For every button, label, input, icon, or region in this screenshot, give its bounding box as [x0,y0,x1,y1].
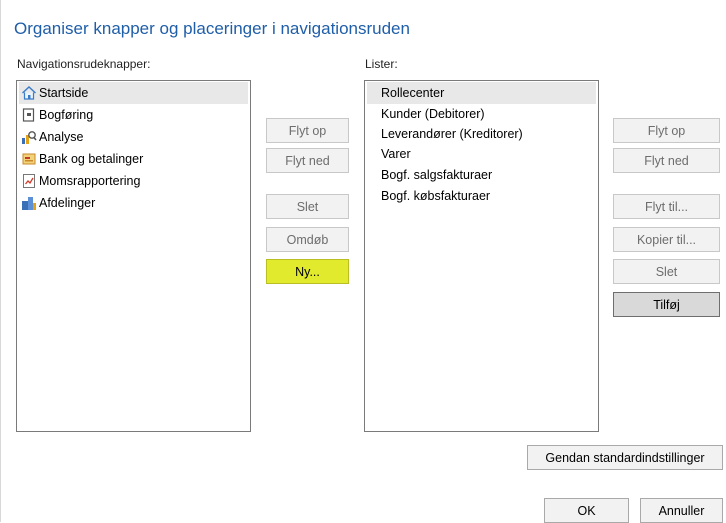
list-item-label: Bogf. salgsfakturaer [381,168,493,182]
list-item-bogforing[interactable]: Bogføring [19,104,248,126]
lists-label: Lister: [365,57,398,71]
list-item-afdelinger[interactable]: Afdelinger [19,192,248,214]
right-move-down-button[interactable]: Flyt ned [613,148,720,173]
left-move-up-button[interactable]: Flyt op [266,118,349,143]
bank-icon [21,151,37,167]
list-item-kunder[interactable]: Kunder (Debitorer) [367,104,596,124]
list-item-startside[interactable]: Startside [19,82,248,104]
move-to-button[interactable]: Flyt til... [613,194,720,219]
right-move-up-button[interactable]: Flyt op [613,118,720,143]
list-item-momsrapportering[interactable]: Momsrapportering [19,170,248,192]
departments-icon [21,195,37,211]
left-rename-button[interactable]: Omdøb [266,227,349,252]
cancel-button[interactable]: Annuller [640,498,723,523]
copy-to-button[interactable]: Kopier til... [613,227,720,252]
report-icon [21,173,37,189]
analysis-icon [21,129,37,145]
ok-button[interactable]: OK [544,498,629,523]
list-item-label: Leverandører (Kreditorer) [381,127,523,141]
list-item-bank[interactable]: Bank og betalinger [19,148,248,170]
home-icon [21,85,37,101]
left-delete-button[interactable]: Slet [266,194,349,219]
add-button[interactable]: Tilføj [613,292,720,317]
organize-navigation-dialog: Organiser knapper og placeringer i navig… [0,0,726,523]
list-item-label: Bogf. købsfakturaer [381,189,491,203]
navigation-buttons-label: Navigationsrudeknapper: [17,57,151,71]
list-item-label: Momsrapportering [39,174,141,188]
right-delete-button[interactable]: Slet [613,259,720,284]
list-item-leverandorer[interactable]: Leverandører (Kreditorer) [367,124,596,144]
list-item-rollecenter[interactable]: Rollecenter [367,82,596,104]
list-item-label: Varer [381,147,411,161]
restore-defaults-button[interactable]: Gendan standardindstillinger [527,445,723,470]
ledger-icon [21,107,37,123]
list-item-label: Afdelinger [39,196,96,210]
dialog-title: Organiser knapper og placeringer i navig… [14,19,410,38]
navigation-buttons-list[interactable]: Startside Bogføring Analyse Bank og beta… [16,80,251,432]
list-item-label: Bank og betalinger [39,152,144,166]
list-item-varer[interactable]: Varer [367,144,596,164]
list-item-label: Analyse [39,130,84,144]
left-move-down-button[interactable]: Flyt ned [266,148,349,173]
list-item-label: Startside [39,86,89,100]
list-item-kobsfakturaer[interactable]: Bogf. købsfakturaer [367,186,596,206]
lists-list[interactable]: Rollecenter Kunder (Debitorer) Leverandø… [364,80,599,432]
list-item-salgsfakturaer[interactable]: Bogf. salgsfakturaer [367,165,596,185]
list-item-label: Bogføring [39,108,94,122]
new-button[interactable]: Ny... [266,259,349,284]
list-item-label: Rollecenter [381,86,445,100]
list-item-analyse[interactable]: Analyse [19,126,248,148]
list-item-label: Kunder (Debitorer) [381,107,485,121]
